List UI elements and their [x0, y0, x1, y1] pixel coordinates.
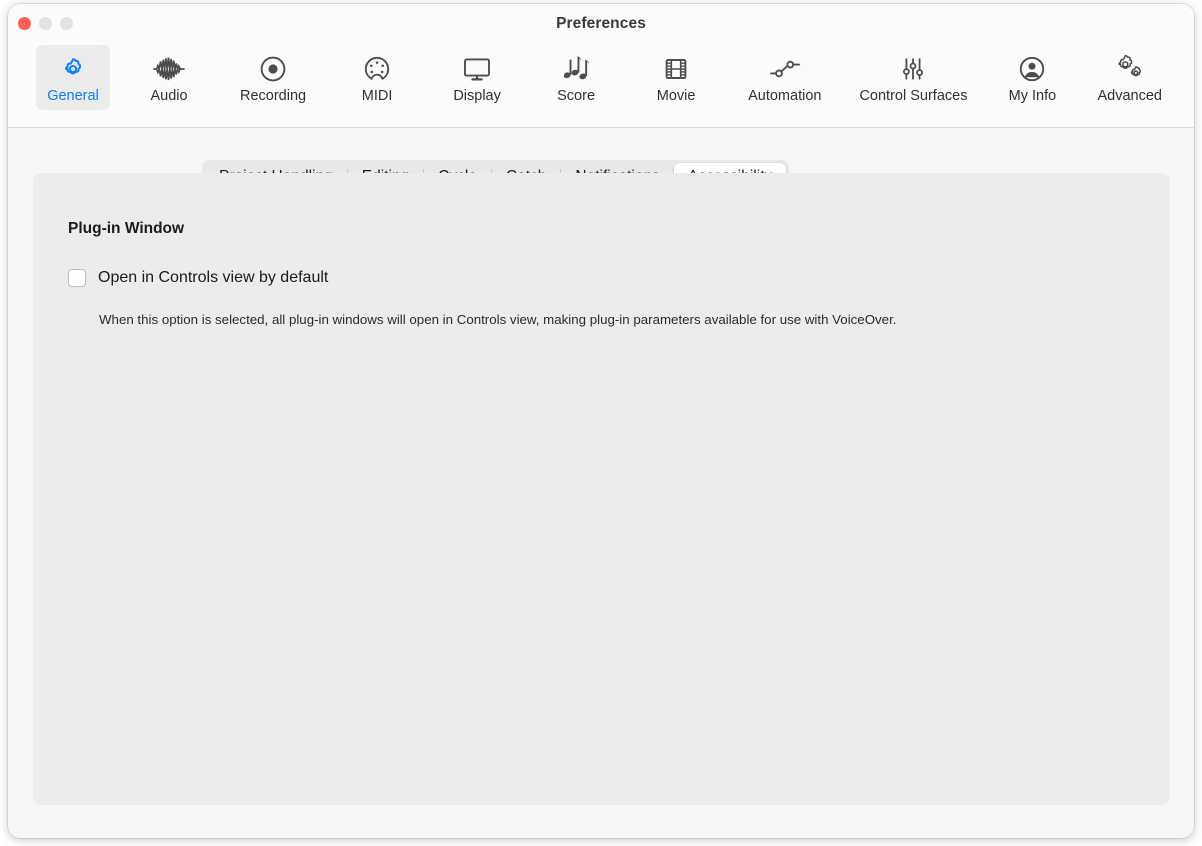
record-circle-icon: [258, 52, 288, 86]
toolbar-item-midi[interactable]: MIDI: [340, 45, 414, 110]
toolbar-label-midi: MIDI: [361, 88, 393, 104]
open-in-controls-view-label: Open in Controls view by default: [98, 269, 329, 286]
toolbar-item-advanced[interactable]: Advanced: [1087, 45, 1172, 110]
open-in-controls-view-row[interactable]: Open in Controls view by default: [68, 269, 328, 287]
gear-icon: [59, 52, 87, 86]
toolbar-label-general: General: [47, 88, 99, 104]
toolbar-item-automation[interactable]: Automation: [738, 45, 831, 110]
toolbar-label-score: Score: [557, 88, 596, 104]
window-title: Preferences: [556, 15, 646, 32]
person-circle-icon: [1017, 52, 1047, 86]
toolbar-item-score[interactable]: Score: [539, 45, 613, 110]
toolbar-label-display: Display: [453, 88, 501, 104]
accessibility-panel: Plug-in Window Open in Controls view by …: [33, 173, 1170, 805]
toolbar-item-control-surfaces[interactable]: Control Surfaces: [849, 45, 977, 110]
preferences-toolbar: General Audio Recording MIDI Display Sco…: [8, 45, 1194, 121]
monitor-icon: [461, 52, 493, 86]
faders-icon: [899, 52, 927, 86]
toolbar-label-movie: Movie: [656, 88, 696, 104]
section-title-plug-in-window: Plug-in Window: [68, 220, 185, 237]
double-gear-icon: [1114, 52, 1146, 86]
preferences-body: Project Handling Editing Cycle Catch Not…: [8, 128, 1194, 838]
toolbar-item-display[interactable]: Display: [440, 45, 514, 110]
toolbar-label-my-info: My Info: [1008, 88, 1057, 104]
midi-din-icon: [362, 52, 392, 86]
toolbar-label-audio: Audio: [150, 88, 188, 104]
music-notes-icon: [560, 52, 592, 86]
title-bar: Preferences General Audio Recording MIDI…: [8, 4, 1194, 128]
toolbar-label-recording: Recording: [240, 88, 307, 104]
preferences-window: Preferences General Audio Recording MIDI…: [8, 4, 1194, 838]
toolbar-item-general[interactable]: General: [36, 45, 110, 110]
open-in-controls-view-checkbox[interactable]: [68, 269, 86, 287]
automation-nodes-icon: [768, 52, 802, 86]
toolbar-item-movie[interactable]: Movie: [639, 45, 713, 110]
toolbar-item-my-info[interactable]: My Info: [995, 45, 1069, 110]
toolbar-item-recording[interactable]: Recording: [230, 45, 316, 110]
waveform-icon: [152, 52, 186, 86]
film-strip-icon: [662, 52, 690, 86]
toolbar-label-control-surfaces: Control Surfaces: [859, 88, 968, 104]
help-text: When this option is selected, all plug-i…: [99, 312, 897, 327]
toolbar-item-audio[interactable]: Audio: [132, 45, 206, 110]
toolbar-label-advanced: Advanced: [1097, 88, 1162, 104]
toolbar-label-automation: Automation: [748, 88, 822, 104]
